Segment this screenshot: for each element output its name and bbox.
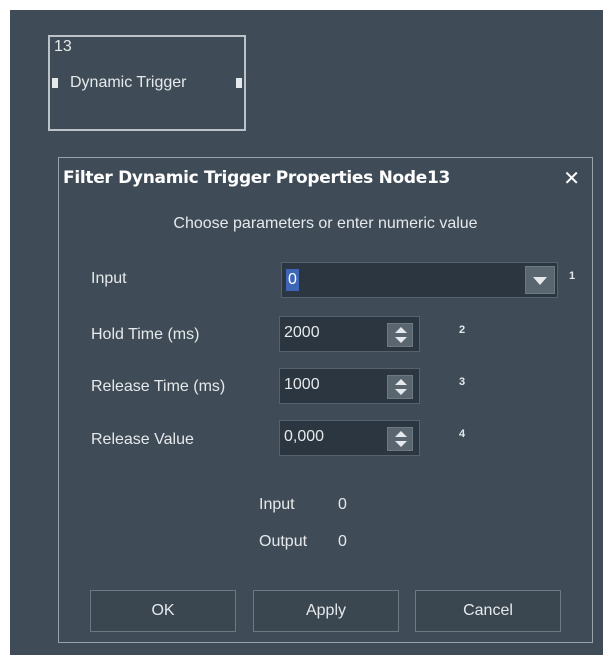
release-value-field[interactable]: 0,000	[279, 420, 420, 456]
readout-input-value: 0	[338, 496, 347, 513]
input-select[interactable]: 0	[281, 262, 558, 298]
node-input-pin[interactable]	[52, 78, 58, 88]
hold-time-field[interactable]: 2000	[279, 316, 420, 352]
dialog-titlebar[interactable]: Filter Dynamic Trigger Properties Node13…	[59, 158, 592, 198]
node-output-pin[interactable]	[236, 78, 242, 88]
hold-time-label: Hold Time (ms)	[91, 326, 200, 343]
dynamic-trigger-node[interactable]: 13 Dynamic Trigger	[48, 35, 246, 131]
readout-input-label: Input	[259, 496, 295, 513]
release-value-spinner-icon[interactable]	[387, 427, 413, 451]
readout-output-value: 0	[338, 533, 347, 550]
chevron-down-icon[interactable]	[525, 266, 555, 294]
release-time-field[interactable]: 1000	[279, 368, 420, 404]
param-index-4: 4	[459, 428, 466, 440]
cancel-button[interactable]: Cancel	[415, 590, 561, 632]
ok-button[interactable]: OK	[90, 590, 236, 632]
input-select-value: 0	[286, 269, 299, 291]
release-value-label: Release Value	[91, 431, 194, 448]
hold-time-spinner-icon[interactable]	[387, 323, 413, 347]
readout-output-label: Output	[259, 533, 308, 550]
dialog-subtitle: Choose parameters or enter numeric value	[173, 215, 478, 232]
param-index-3: 3	[459, 376, 466, 388]
param-index-2: 2	[459, 324, 466, 336]
input-label: Input	[91, 270, 127, 287]
apply-button[interactable]: Apply	[253, 590, 399, 632]
release-time-spinner-icon[interactable]	[387, 375, 413, 399]
release-time-label: Release Time (ms)	[91, 378, 226, 395]
dialog-title: Filter Dynamic Trigger Properties Node13	[63, 168, 451, 188]
param-index-1: 1	[569, 270, 576, 282]
close-icon[interactable]: ✕	[563, 166, 580, 191]
node-canvas: 13 Dynamic Trigger Filter Dynamic Trigge…	[10, 10, 603, 655]
release-value-value: 0,000	[284, 428, 325, 445]
properties-dialog: Filter Dynamic Trigger Properties Node13…	[58, 157, 593, 643]
node-number: 13	[54, 38, 72, 55]
release-time-value: 1000	[284, 376, 320, 393]
hold-time-value: 2000	[284, 324, 320, 341]
node-title: Dynamic Trigger	[70, 74, 187, 91]
